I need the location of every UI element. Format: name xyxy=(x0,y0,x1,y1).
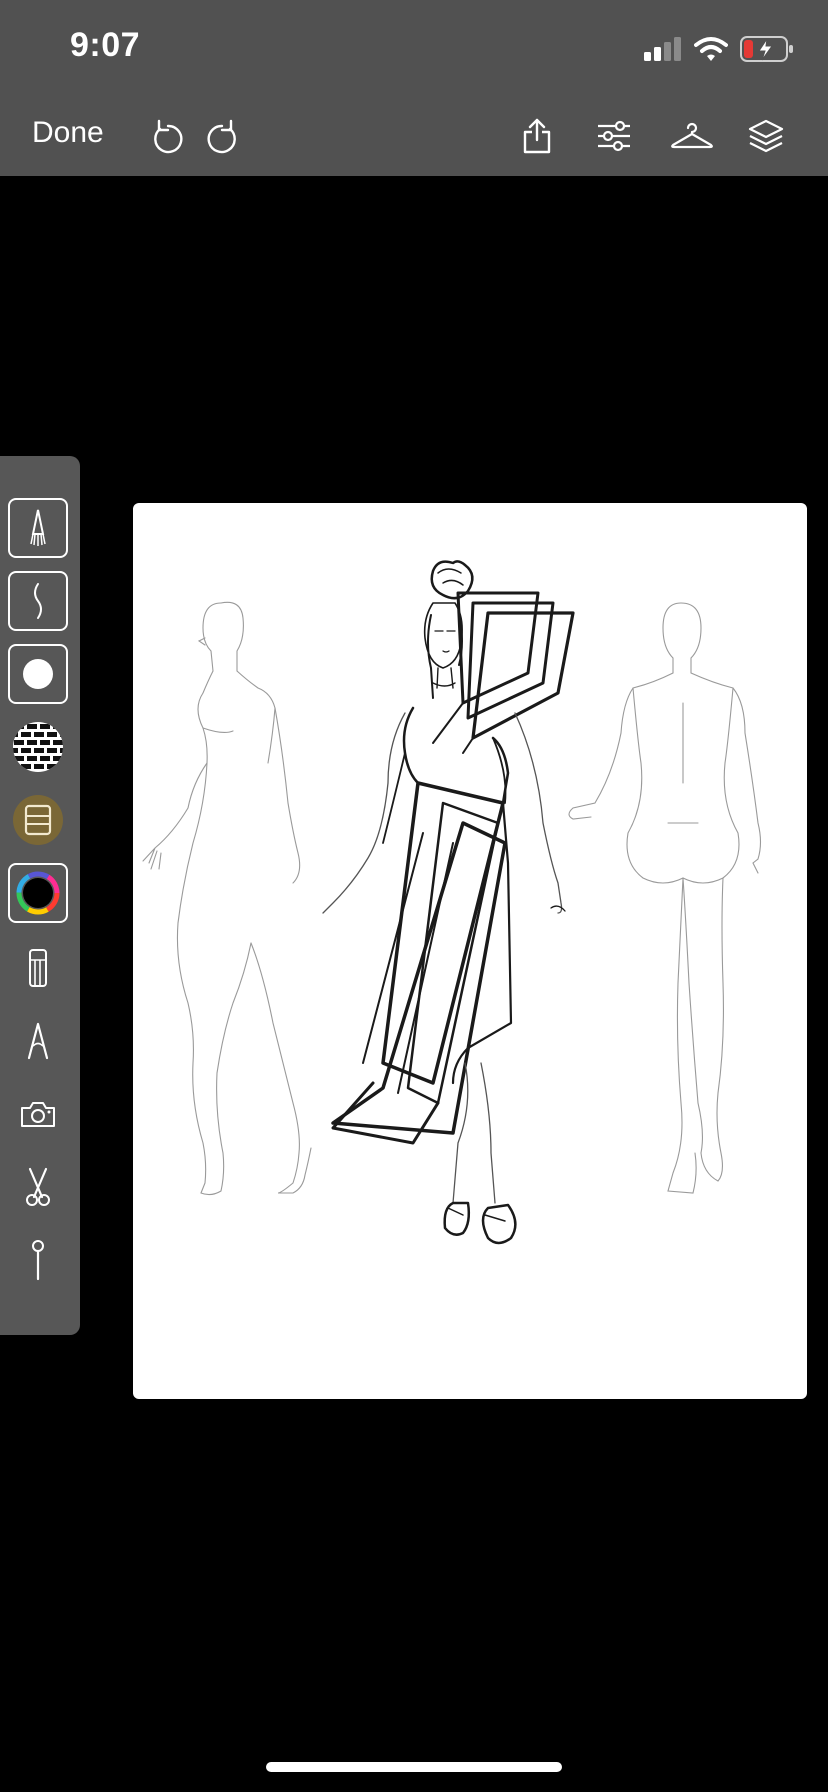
pin-tool[interactable] xyxy=(8,1230,68,1290)
left-croquis-figure xyxy=(142,601,312,1196)
hanger-icon xyxy=(671,122,713,149)
undo-button[interactable] xyxy=(146,114,190,158)
compass-tool[interactable] xyxy=(8,1011,68,1071)
pen-nib-icon xyxy=(30,509,46,546)
brush-size-tool[interactable] xyxy=(8,644,68,704)
share-button[interactable] xyxy=(515,114,559,158)
ruler-tool[interactable] xyxy=(8,938,68,998)
status-icons xyxy=(644,34,794,64)
pencil-stroke-icon xyxy=(34,583,42,619)
pencil-stroke-tool[interactable] xyxy=(8,571,68,631)
status-bar: 9:07 xyxy=(0,0,828,96)
top-toolbar: Done xyxy=(0,96,828,176)
scissors-icon xyxy=(26,1167,50,1206)
drawing-canvas[interactable] xyxy=(133,503,807,1399)
pattern-swatch-tool[interactable] xyxy=(8,717,68,777)
camera-icon xyxy=(21,1102,55,1127)
color-wheel-icon xyxy=(16,871,60,915)
fabric-swatch-tool[interactable] xyxy=(8,790,68,850)
right-croquis-figure xyxy=(568,602,762,1194)
hanger-button[interactable] xyxy=(668,114,716,158)
sketch-artwork xyxy=(142,560,762,1245)
scissors-tool[interactable] xyxy=(8,1157,68,1217)
redo-icon xyxy=(207,119,236,154)
layers-icon xyxy=(748,119,784,153)
cellular-signal-icon xyxy=(644,37,681,61)
compass-icon xyxy=(27,1022,49,1060)
fabric-swatch-icon xyxy=(13,795,63,845)
pattern-swatch-icon xyxy=(13,722,63,772)
done-button[interactable]: Done xyxy=(32,116,104,150)
pin-icon xyxy=(32,1240,44,1281)
center-dress-sketch xyxy=(322,560,575,1245)
adjustments-button[interactable] xyxy=(592,114,636,158)
adjustments-icon xyxy=(598,120,630,152)
battery-charging-icon xyxy=(740,36,793,62)
fashion-sketch-app: 9:07 Done xyxy=(0,0,828,1792)
redo-button[interactable] xyxy=(200,114,244,158)
undo-icon xyxy=(154,119,183,154)
status-time: 9:07 xyxy=(70,26,141,64)
home-indicator[interactable] xyxy=(266,1762,562,1772)
ruler-icon xyxy=(29,949,47,987)
pen-tool[interactable] xyxy=(8,498,68,558)
camera-tool[interactable] xyxy=(8,1084,68,1144)
tool-palette xyxy=(0,456,80,1335)
layers-button[interactable] xyxy=(744,114,788,158)
wifi-icon xyxy=(694,37,728,61)
color-picker-tool[interactable] xyxy=(8,863,68,923)
brush-size-icon xyxy=(23,659,53,689)
share-icon xyxy=(523,118,551,154)
